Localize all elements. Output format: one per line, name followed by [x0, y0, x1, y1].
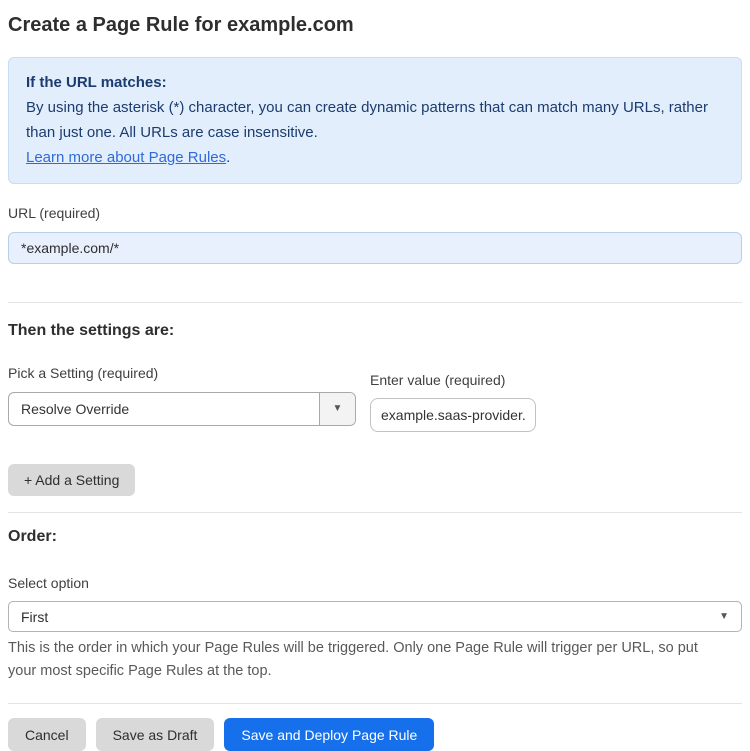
url-input[interactable]: [8, 232, 742, 264]
url-match-info-callout: If the URL matches: By using the asteris…: [8, 57, 742, 184]
setting-picker-caret-button[interactable]: ▼: [319, 393, 355, 425]
save-and-deploy-button[interactable]: Save and Deploy Page Rule: [224, 718, 435, 751]
setting-picker-label: Pick a Setting (required): [8, 365, 159, 381]
link-suffix-period: .: [226, 149, 231, 166]
order-select-label: Select option: [8, 575, 89, 591]
order-select[interactable]: First ▼: [8, 601, 742, 632]
setting-picker-column: Pick a Setting (required) Resolve Overri…: [8, 364, 356, 426]
learn-more-link[interactable]: Learn more about Page Rules: [26, 149, 226, 166]
url-field-label: URL (required): [8, 205, 101, 221]
section-divider: [8, 512, 742, 513]
setting-value-column: Enter value (required): [370, 371, 536, 432]
info-callout-heading: If the URL matches:: [26, 74, 167, 91]
cancel-button[interactable]: Cancel: [8, 718, 86, 751]
setting-picker-selected-value: Resolve Override: [21, 401, 130, 417]
setting-picker-dropdown[interactable]: Resolve Override ▼: [8, 392, 356, 426]
add-setting-button[interactable]: + Add a Setting: [8, 464, 136, 496]
info-callout-link-line: Learn more about Page Rules.: [26, 145, 724, 170]
order-section-heading: Order:: [8, 528, 57, 545]
setting-value-input[interactable]: [370, 398, 536, 432]
info-callout-body: By using the asterisk (*) character, you…: [26, 99, 708, 141]
order-help-text: This is the order in which your Page Rul…: [8, 640, 698, 679]
save-as-draft-button[interactable]: Save as Draft: [95, 718, 215, 751]
page-title: Create a Page Rule for example.com: [8, 14, 354, 36]
settings-section-heading: Then the settings are:: [8, 322, 175, 339]
setting-value-label: Enter value (required): [370, 372, 506, 388]
section-divider: [8, 302, 742, 303]
chevron-down-icon: ▼: [332, 403, 343, 414]
order-selected-option: First: [21, 608, 49, 625]
footer-action-bar: Cancel Save as Draft Save and Deploy Pag…: [8, 718, 742, 751]
chevron-down-icon: ▼: [719, 610, 729, 622]
settings-row: Pick a Setting (required) Resolve Overri…: [8, 364, 742, 432]
section-divider: [8, 703, 742, 704]
